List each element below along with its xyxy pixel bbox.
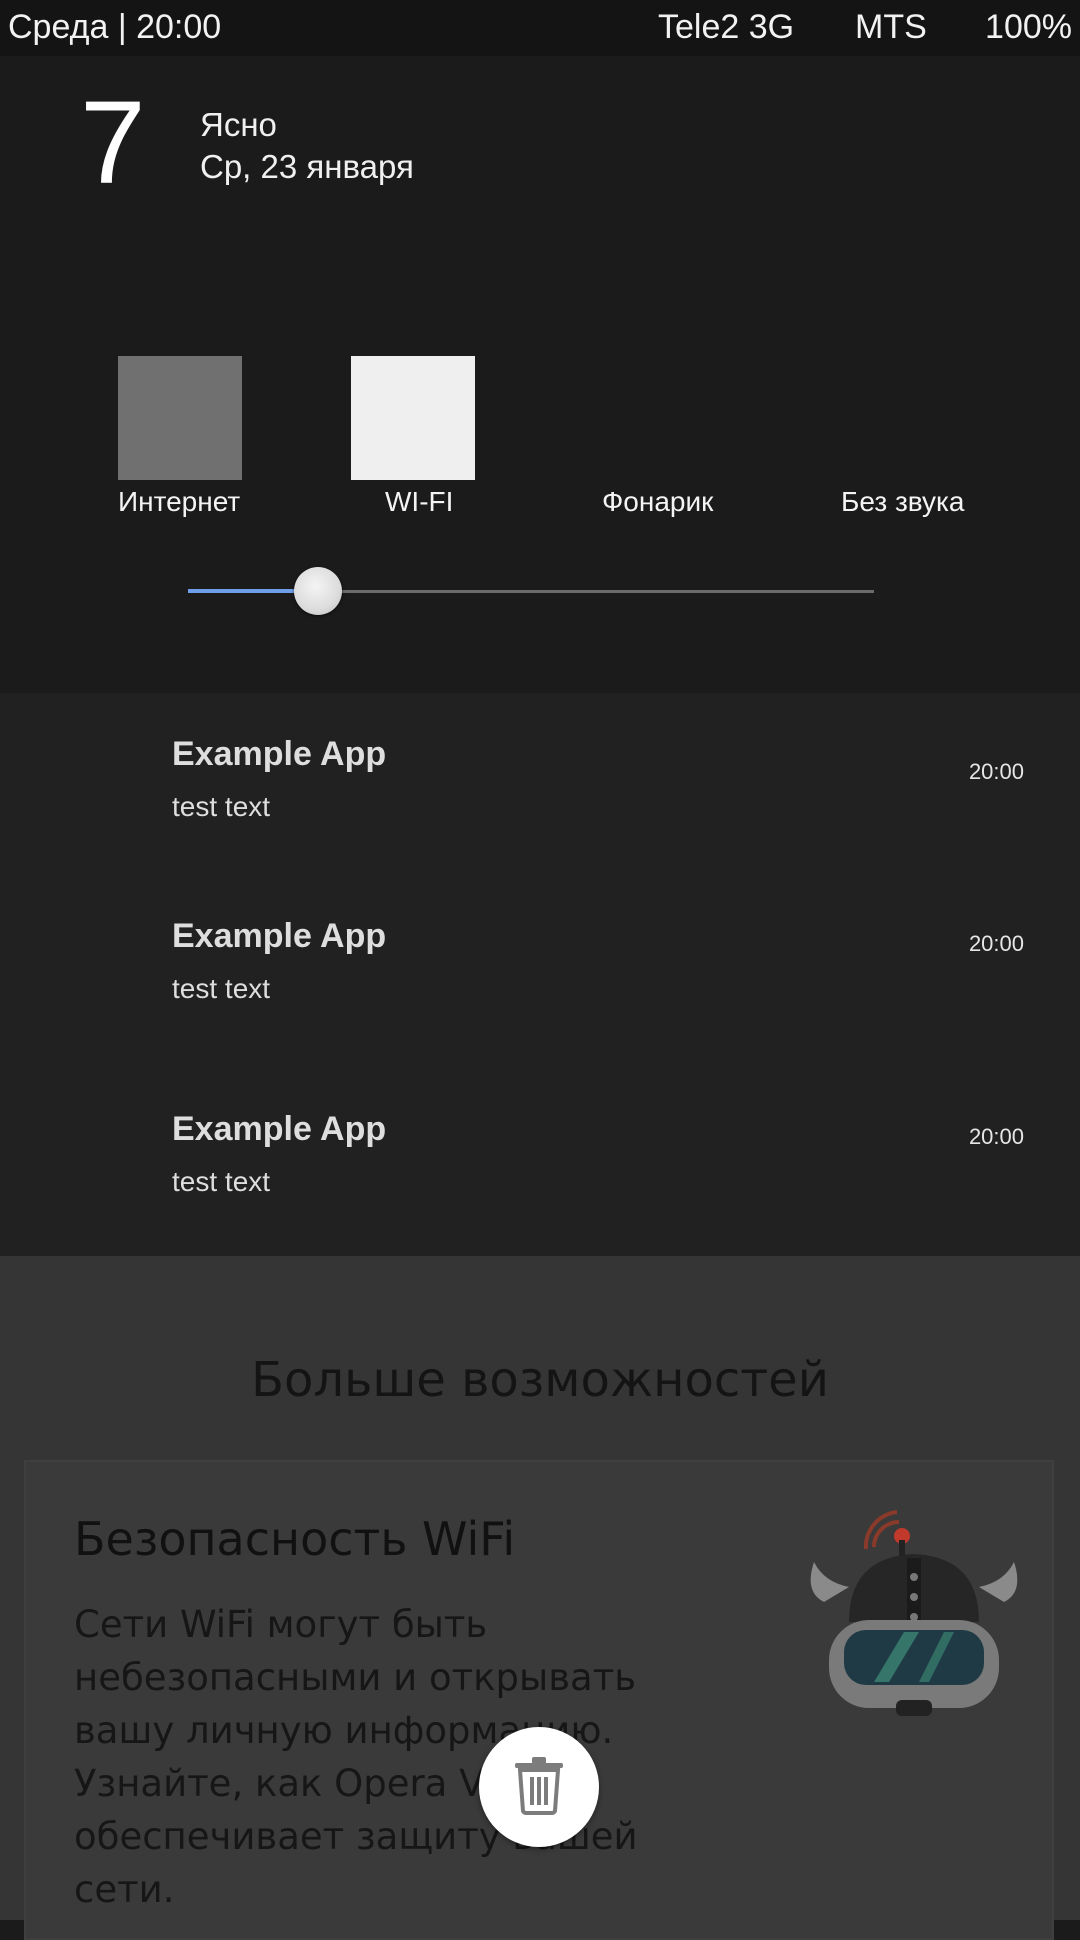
notification-app-name: Example App xyxy=(172,1110,387,1148)
notification-app-name: Example App xyxy=(172,917,387,955)
toggle-flashlight-label[interactable]: Фонарик xyxy=(602,486,713,518)
status-day-time: Среда | 20:00 xyxy=(8,8,222,46)
weather-date: Ср, 23 января xyxy=(200,148,414,185)
toggle-wifi-tile[interactable] xyxy=(351,356,475,480)
status-battery: 100% xyxy=(985,8,1072,46)
notification-item[interactable]: Example App test text 20:00 xyxy=(0,1110,1080,1260)
toggle-internet-label[interactable]: Интернет xyxy=(118,486,240,518)
brightness-slider-thumb[interactable] xyxy=(294,567,343,615)
notification-text: test text xyxy=(172,973,271,1004)
toggle-silent-label[interactable]: Без звука xyxy=(841,486,964,518)
notification-item[interactable]: Example App test text 20:00 xyxy=(0,735,1080,885)
status-carrier-2: MTS xyxy=(855,8,927,46)
card-title: Безопасность WiFi xyxy=(74,1512,516,1566)
notification-time: 20:00 xyxy=(968,759,1024,784)
notification-list: Example App test text 20:00 Example App … xyxy=(0,693,1080,1256)
weather-temperature: 7 xyxy=(80,77,146,209)
status-bar: Среда | 20:00 Tele2 3G MTS 100% xyxy=(0,0,1080,56)
notification-text: test text xyxy=(172,791,271,822)
toggle-internet-tile[interactable] xyxy=(118,356,242,480)
notification-time: 20:00 xyxy=(968,1124,1024,1149)
delete-fab-button[interactable] xyxy=(479,1727,599,1847)
toggle-wifi-label[interactable]: WI-FI xyxy=(385,486,453,518)
notification-time: 20:00 xyxy=(968,931,1024,956)
notification-item[interactable]: Example App test text 20:00 xyxy=(0,917,1080,1067)
weather-condition: Ясно xyxy=(200,106,277,143)
vpn-mascot-icon xyxy=(804,1502,1024,1732)
more-features-heading: Больше возможностей xyxy=(251,1352,829,1408)
status-carrier-1: Tele2 3G xyxy=(658,8,795,46)
notification-text: test text xyxy=(172,1166,271,1197)
trash-icon xyxy=(512,1755,566,1819)
notification-app-name: Example App xyxy=(172,735,387,773)
wifi-security-card[interactable]: Безопасность WiFi Сети WiFi могут быть н… xyxy=(24,1460,1054,1940)
quick-settings-panel: 7 Ясно Ср, 23 января Интернет WI-FI Фона… xyxy=(0,56,1080,693)
